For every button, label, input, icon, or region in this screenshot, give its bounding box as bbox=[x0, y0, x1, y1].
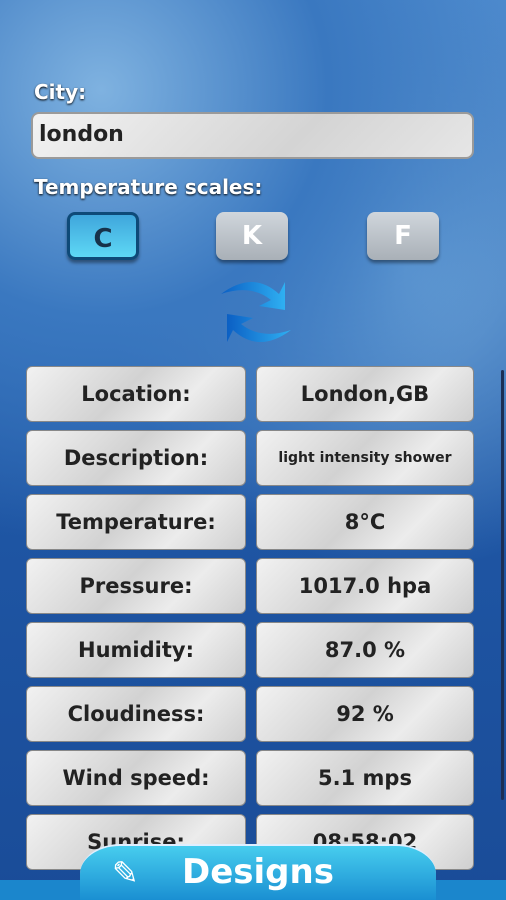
table-row: Wind speed: 5.1 mps bbox=[26, 750, 482, 814]
weather-table: Location: London,GB Description: light int… bbox=[26, 366, 482, 878]
table-row: Pressure: 1017.0 hpa bbox=[26, 558, 482, 622]
row-value: 5.1 mps bbox=[256, 750, 474, 806]
scrollbar[interactable] bbox=[501, 370, 504, 800]
table-row: Description: light intensity shower bbox=[26, 430, 482, 494]
scales-label: Temperature scales: bbox=[34, 175, 263, 199]
brand-text: Designs bbox=[182, 852, 334, 892]
row-value: 8°C bbox=[256, 494, 474, 550]
row-label: Description: bbox=[26, 430, 246, 486]
row-label: Location: bbox=[26, 366, 246, 422]
row-label: Pressure: bbox=[26, 558, 246, 614]
city-label: City: bbox=[34, 80, 87, 104]
row-value: light intensity shower bbox=[256, 430, 474, 486]
row-value: 1017.0 hpa bbox=[256, 558, 474, 614]
scale-f-button[interactable]: F bbox=[367, 212, 439, 260]
refresh-arrows-icon[interactable] bbox=[213, 276, 299, 348]
pencil-ruler-icon: ✎ bbox=[112, 854, 139, 892]
row-value: 92 % bbox=[256, 686, 474, 742]
row-label: Humidity: bbox=[26, 622, 246, 678]
row-label: Temperature: bbox=[26, 494, 246, 550]
table-row: Location: London,GB bbox=[26, 366, 482, 430]
scale-c-button[interactable]: C bbox=[67, 212, 139, 260]
city-input[interactable]: london bbox=[31, 112, 474, 159]
row-label: Cloudiness: bbox=[26, 686, 246, 742]
table-row: Humidity: 87.0 % bbox=[26, 622, 482, 686]
row-value: London,GB bbox=[256, 366, 474, 422]
table-row: Temperature: 8°C bbox=[26, 494, 482, 558]
row-value: 87.0 % bbox=[256, 622, 474, 678]
table-row: Cloudiness: 92 % bbox=[26, 686, 482, 750]
scale-k-button[interactable]: K bbox=[216, 212, 288, 260]
footer-banner: ✎ Designs bbox=[0, 844, 506, 900]
row-label: Wind speed: bbox=[26, 750, 246, 806]
